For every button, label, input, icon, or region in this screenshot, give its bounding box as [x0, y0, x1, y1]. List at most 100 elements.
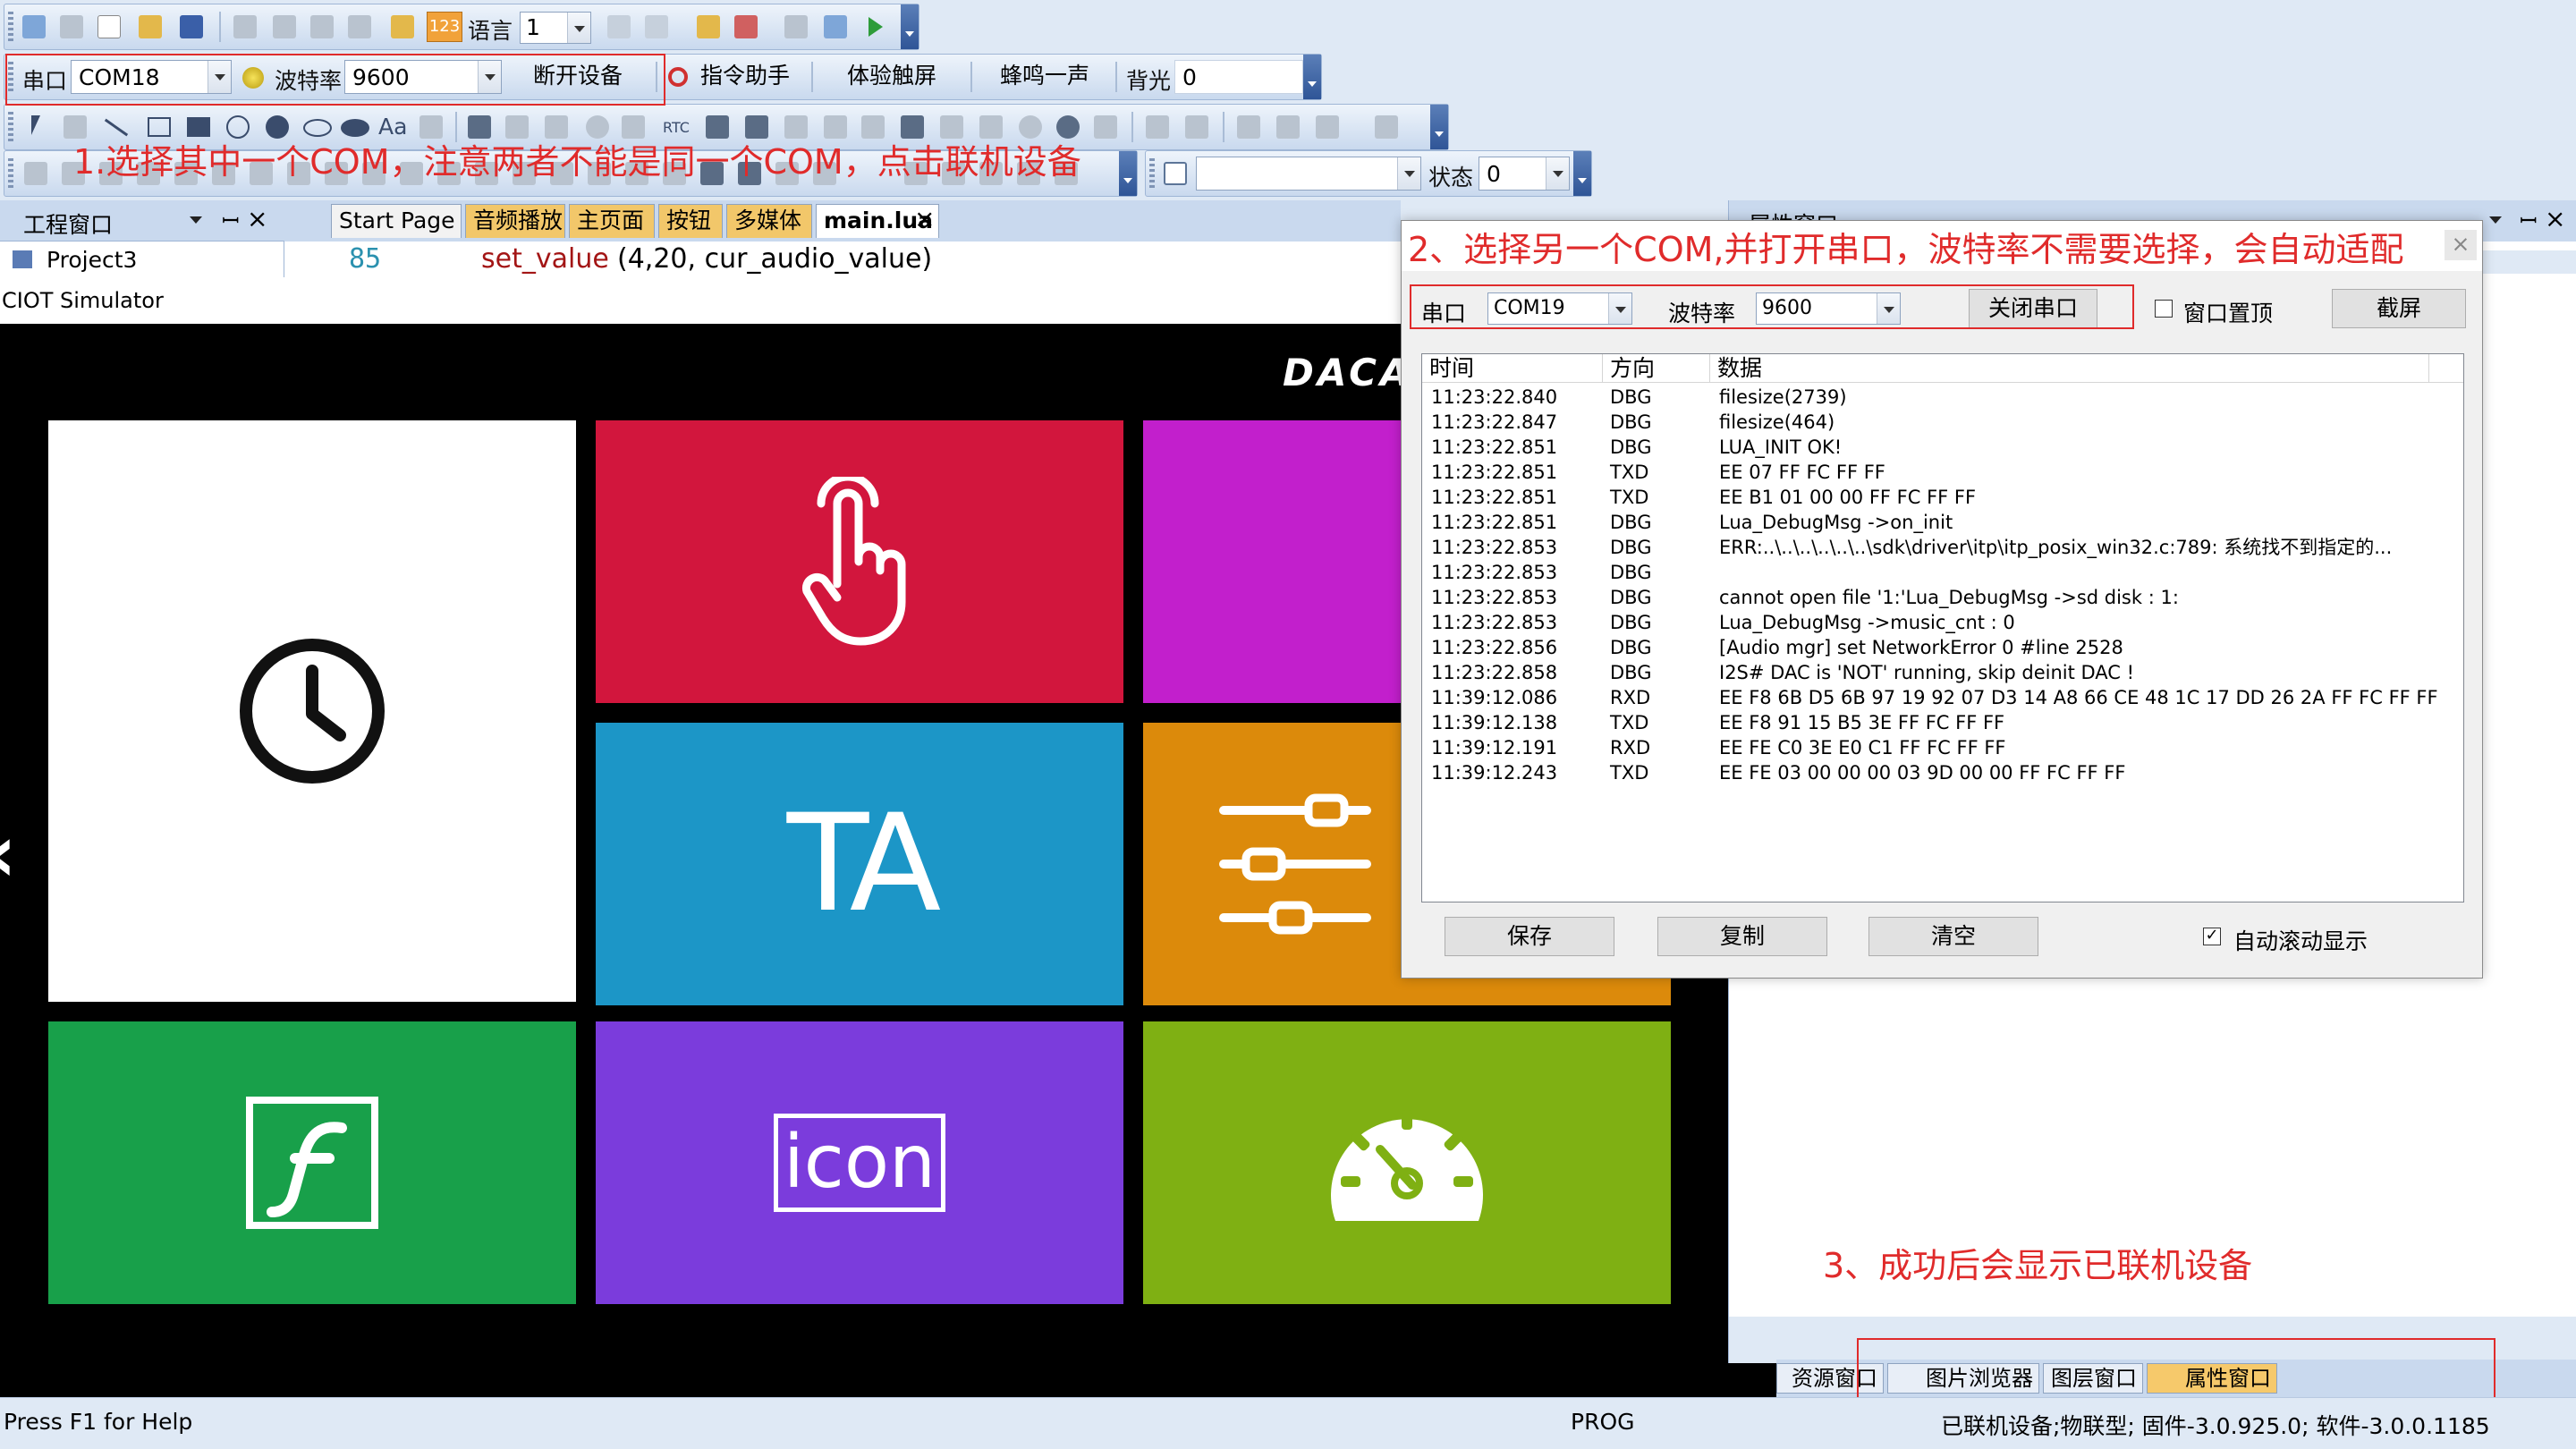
brush-icon[interactable]	[1237, 115, 1260, 139]
doc-tab[interactable]: 按钮	[658, 204, 723, 238]
panel-menu-icon[interactable]	[190, 216, 202, 230]
toolbar-grip[interactable]	[8, 12, 13, 42]
log-row[interactable]: 11:23:22.853 DBG Lua_DebugMsg ->music_cnt …	[1422, 610, 2460, 635]
toolbar-overflow-icon[interactable]	[1430, 105, 1448, 149]
close-icon[interactable]: ×	[2545, 204, 2565, 233]
dropper-icon[interactable]	[1276, 115, 1300, 139]
log-row[interactable]: 11:23:22.847 DBG filesize(464)	[1422, 410, 2460, 435]
doc-tab[interactable]: 主页面	[569, 204, 655, 238]
lock-icon[interactable]	[391, 15, 414, 38]
gauge-tile[interactable]	[1143, 1021, 1671, 1304]
window-control-icon[interactable]	[1185, 115, 1208, 139]
log-row[interactable]: 11:23:22.851 TXD EE 07 FF FC FF FF	[1422, 460, 2460, 485]
video-control-icon[interactable]	[1146, 115, 1169, 139]
pin-icon[interactable]: ꟷ	[222, 206, 240, 235]
log-row[interactable]: 11:23:22.853 DBG cannot open file '1:'Lua_…	[1422, 585, 2460, 610]
screenshot-button[interactable]: 截屏	[2332, 289, 2466, 328]
clear-button[interactable]: 清空	[1868, 917, 2038, 956]
back-arrow-icon[interactable]: ‹	[0, 807, 17, 901]
line-color-icon[interactable]	[1316, 115, 1339, 139]
chevron-down-icon[interactable]	[1546, 157, 1569, 190]
log-row[interactable]: 11:39:12.191 RXD EE FE C0 3E E0 C1 FF FC F…	[1422, 735, 2460, 760]
run-icon[interactable]	[869, 17, 883, 37]
close-icon[interactable]: ×	[247, 204, 267, 233]
toolbar-grip[interactable]	[1149, 158, 1155, 189]
new-file-icon[interactable]	[97, 15, 121, 38]
touch-experience-button[interactable]: 体验触屏	[829, 58, 954, 96]
tools-icon[interactable]	[734, 15, 758, 38]
status-label: 状态	[1428, 165, 1474, 191]
log-row[interactable]: 11:23:22.851 DBG Lua_DebugMsg ->on_init	[1422, 510, 2460, 535]
delete-icon[interactable]	[233, 15, 257, 38]
flash-tile[interactable]	[48, 1021, 576, 1304]
column-data[interactable]: 数据	[1710, 354, 2429, 383]
open-project-icon[interactable]	[60, 15, 83, 38]
log-row[interactable]: 11:23:22.851 DBG LUA_INIT OK!	[1422, 435, 2460, 460]
save-button[interactable]: 保存	[1445, 917, 1614, 956]
icon-tile-label: icon	[773, 1114, 945, 1212]
copy-button[interactable]: 复制	[1657, 917, 1827, 956]
search-icon[interactable]	[1164, 162, 1187, 185]
fill-color-icon[interactable]	[1375, 115, 1398, 139]
toolbar-overflow-icon[interactable]	[1573, 151, 1591, 196]
chevron-down-icon[interactable]	[1397, 157, 1420, 190]
clock-tile[interactable]	[48, 420, 576, 1002]
toolbar-grip[interactable]	[8, 112, 13, 142]
pointer-icon[interactable]	[31, 115, 40, 135]
column-direction[interactable]: 方向	[1603, 354, 1710, 383]
doc-tab[interactable]: 音频播放	[465, 204, 565, 238]
paste-icon[interactable]	[348, 15, 371, 38]
log-row[interactable]: 11:39:12.086 RXD EE F8 6B D5 6B 97 19 92 0…	[1422, 685, 2460, 710]
column-time[interactable]: 时间	[1422, 354, 1603, 383]
log-row[interactable]: 11:23:22.853 DBG	[1422, 560, 2460, 585]
align-left-icon[interactable]	[24, 162, 47, 185]
toolbar-overflow-icon[interactable]	[1119, 151, 1137, 196]
icon-tile[interactable]: icon	[596, 1021, 1123, 1304]
touch-tile[interactable]	[596, 420, 1123, 703]
load-icon[interactable]	[824, 15, 847, 38]
number-mode-icon[interactable]: 123	[427, 12, 462, 42]
code-editor[interactable]: 85 set_value (4,20, cur_audio_value)	[284, 242, 1402, 277]
dialog-close-button[interactable]: ×	[2445, 230, 2477, 260]
log-row[interactable]: 11:39:12.243 TXD EE FE 03 00 00 00 03 9D 0…	[1422, 760, 2460, 785]
log-row[interactable]: 11:23:22.858 DBG I2S# DAC is 'NOT' running…	[1422, 660, 2460, 685]
log-row[interactable]: 11:23:22.856 DBG [Audio mgr] set NetworkEr…	[1422, 635, 2460, 660]
text-tile-label: TA	[786, 786, 942, 942]
log-row[interactable]: 11:23:22.840 DBG filesize(2739)	[1422, 385, 2460, 410]
undo-icon[interactable]	[607, 15, 631, 38]
chevron-down-icon[interactable]	[567, 13, 590, 43]
open-folder-icon[interactable]	[139, 15, 162, 38]
toolbar-overflow-icon[interactable]	[901, 4, 919, 49]
save-icon[interactable]	[180, 15, 203, 38]
qr-control-icon[interactable]	[1094, 115, 1117, 139]
backlight-input[interactable]: 0	[1174, 60, 1303, 94]
new-project-icon[interactable]	[22, 15, 46, 38]
pin-window-checkbox[interactable]	[2155, 300, 2173, 318]
log-row[interactable]: 11:23:22.853 DBG ERR:..\..\..\..\..\..\sdk…	[1422, 535, 2460, 560]
log-data: LUA_INIT OK!	[1719, 436, 1843, 458]
doc-tab[interactable]: 多媒体	[726, 204, 812, 238]
close-tab-icon[interactable]: ×	[914, 204, 935, 233]
copy-icon[interactable]	[310, 15, 334, 38]
compile-icon[interactable]	[697, 15, 720, 38]
project-tree-item[interactable]: Project3	[47, 247, 137, 273]
beep-button[interactable]: 蜂鸣一声	[987, 58, 1103, 96]
log-row[interactable]: 11:23:22.851 TXD EE B1 01 00 00 FF FC FF F…	[1422, 485, 2460, 510]
download-icon[interactable]	[784, 15, 808, 38]
toolbar-grip[interactable]	[8, 158, 13, 189]
log-row[interactable]: 11:39:12.138 TXD EE F8 91 15 B5 3E FF FC F…	[1422, 710, 2460, 735]
toolbar-overflow-icon[interactable]	[1303, 55, 1321, 99]
autoscroll-checkbox[interactable]: ✓	[2203, 928, 2221, 945]
serial-log-list[interactable]: 时间 方向 数据 11:23:22.840 DBG filesize(2739) 11…	[1421, 353, 2464, 902]
panel-menu-icon[interactable]	[2489, 216, 2502, 230]
document-tabbar: Start Page 音频播放 主页面 按钮 多媒体 main.lua ×	[284, 200, 1401, 242]
page-select[interactable]	[1196, 157, 1421, 191]
text-tile[interactable]: TA	[596, 723, 1123, 1005]
command-helper-button[interactable]: 指令助手	[691, 58, 799, 96]
redo-icon[interactable]	[645, 15, 668, 38]
cut-icon[interactable]	[273, 15, 296, 38]
status-select[interactable]: 0	[1479, 157, 1570, 191]
pin-icon[interactable]: ꟷ	[2520, 206, 2538, 235]
doc-tab[interactable]: Start Page	[331, 204, 462, 238]
language-select[interactable]: 1	[520, 12, 591, 44]
